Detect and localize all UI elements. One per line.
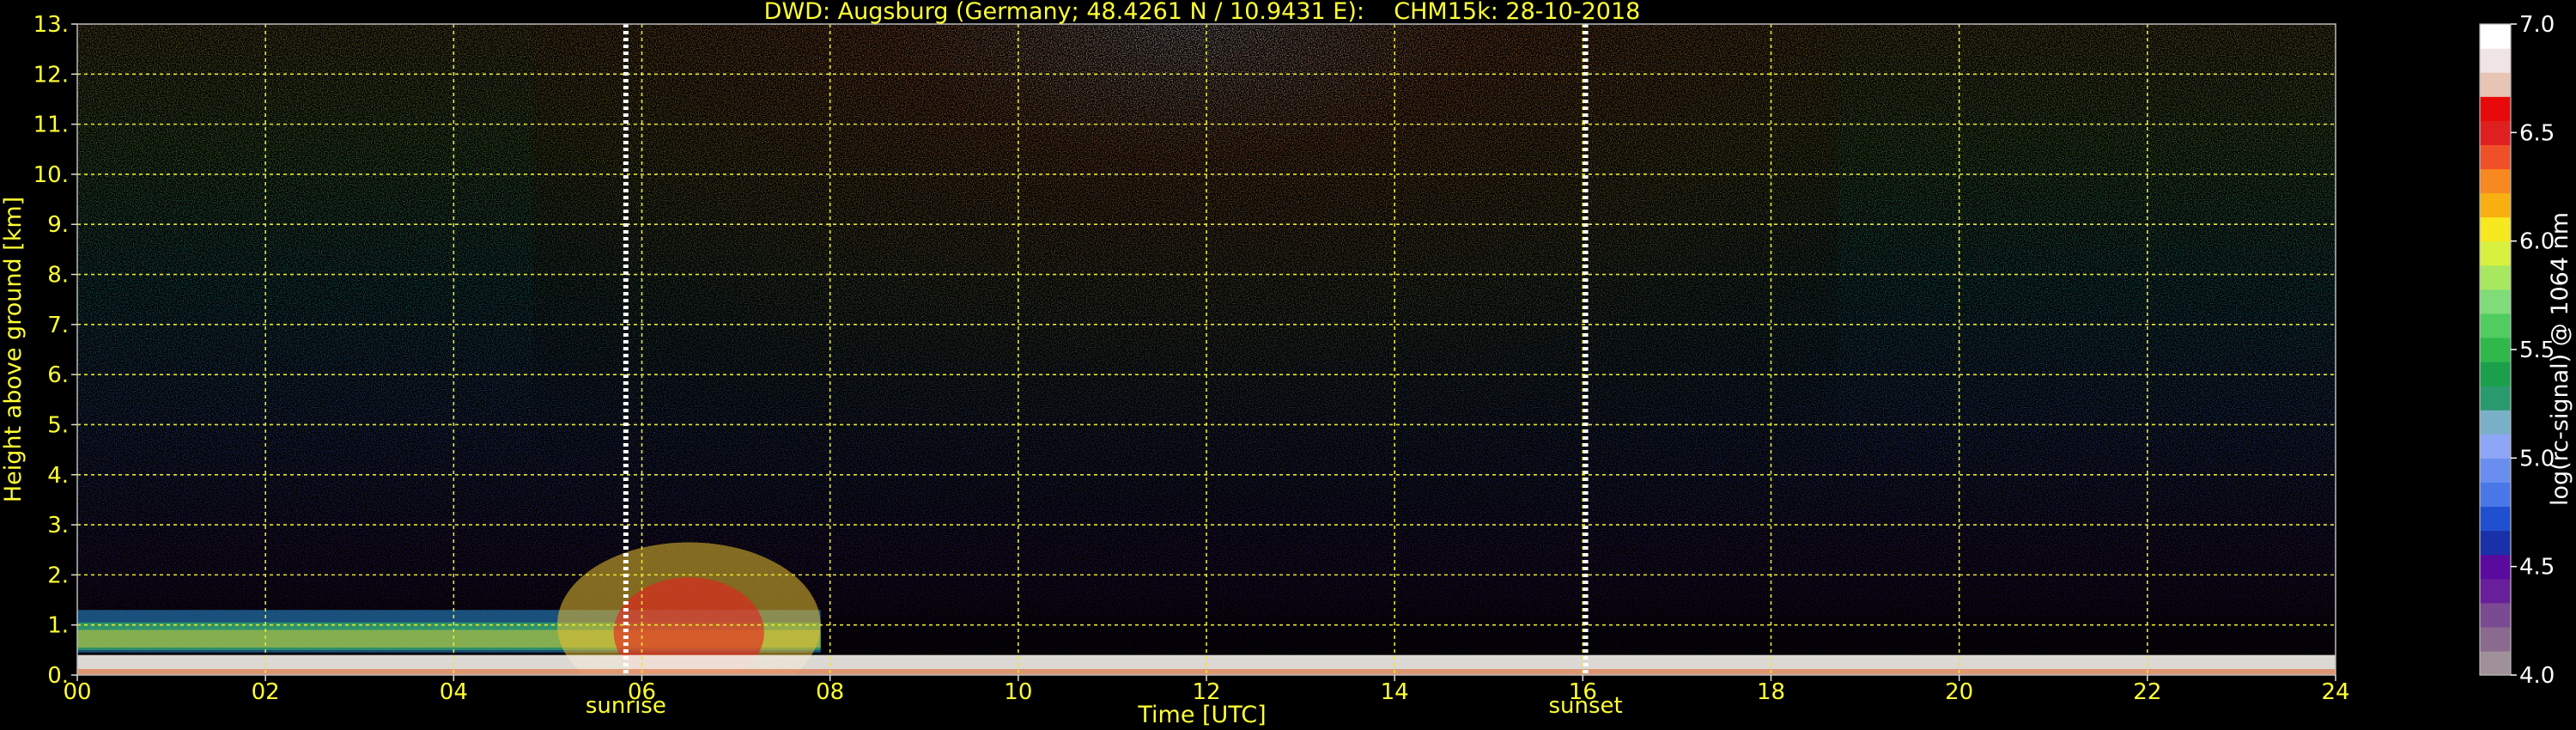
colorbar-swatch [2480, 386, 2511, 411]
y-tick-label: 5. [47, 412, 69, 438]
x-tick-label: 10 [1004, 679, 1032, 705]
y-tick-label: 13. [33, 12, 69, 38]
colorbar-swatch [2480, 650, 2511, 676]
colorbar-swatch [2480, 313, 2511, 338]
colorbar-swatch [2480, 434, 2511, 459]
x-tick-label: 18 [1757, 679, 1785, 705]
ceilometer-figure: DWD: Augsburg (Germany; 48.4261 N / 10.9… [0, 0, 2573, 728]
y-tick-label: 9. [47, 212, 69, 238]
y-tick-label: 4. [47, 463, 69, 489]
x-tick-label: 04 [440, 679, 468, 705]
colorbar-tick-label: 4.5 [2519, 555, 2555, 581]
colorbar-swatch [2480, 289, 2511, 314]
colorbar-swatch [2480, 554, 2511, 580]
y-axis: 0.1.2.3.4.5.6.7.8.9.10.11.12.13. [33, 12, 77, 689]
sunrise-label: sunrise [586, 693, 666, 719]
sunset-label: sunset [1548, 693, 1622, 719]
chart-title: DWD: Augsburg (Germany; 48.4261 N / 10.9… [764, 0, 1641, 25]
colorbar-swatch [2480, 216, 2511, 242]
colorbar-swatch [2480, 96, 2511, 121]
colorbar-swatch [2480, 482, 2511, 508]
colorbar-tick-label: 6.5 [2519, 120, 2555, 146]
colorbar-swatch [2480, 506, 2511, 532]
colorbar-swatch [2480, 72, 2511, 97]
x-axis: 00 02 04 06 08 10 12 14 16 18 20 22 24 [63, 675, 2350, 705]
y-tick-label: 6. [47, 362, 69, 388]
colorbar: 4.04.55.05.56.06.57.0 [2479, 12, 2555, 689]
colorbar-swatch [2480, 458, 2511, 484]
colorbar-swatch [2480, 120, 2511, 145]
y-tick-label: 1. [47, 613, 69, 639]
colorbar-tick-label: 7.0 [2519, 12, 2555, 38]
y-tick-label: 2. [47, 563, 69, 588]
y-tick-label: 7. [47, 313, 69, 338]
y-tick-label: 10. [33, 162, 69, 188]
colorbar-swatch [2480, 410, 2511, 435]
y-tick-label: 12. [33, 62, 69, 88]
x-tick-label: 14 [1381, 679, 1409, 705]
colorbar-swatch [2480, 337, 2511, 362]
colorbar-swatch [2480, 240, 2511, 266]
y-axis-label: Height above ground [km] [0, 197, 27, 502]
colorbar-swatch [2480, 144, 2511, 170]
colorbar-swatch [2480, 24, 2511, 49]
y-tick-label: 11. [33, 113, 69, 138]
colorbar-label: log(rc-signal) @ 1064 nm [2547, 212, 2573, 506]
colorbar-swatch [2480, 362, 2511, 386]
x-tick-label: 08 [816, 679, 844, 705]
y-tick-label: 8. [47, 263, 69, 289]
y-tick-label: 3. [47, 513, 69, 538]
colorbar-swatch [2480, 192, 2511, 218]
x-tick-label: 20 [1945, 679, 1973, 705]
colorbar-swatch [2480, 530, 2511, 556]
plot-area [77, 24, 2336, 675]
x-tick-label: 22 [2133, 679, 2161, 705]
x-tick-label: 24 [2321, 679, 2349, 705]
colorbar-swatch [2480, 578, 2511, 604]
x-axis-label: Time [UTC] [1137, 702, 1266, 728]
x-tick-label: 02 [252, 679, 280, 705]
sun-annotations: sunrise sunset [586, 693, 1623, 719]
colorbar-swatch [2480, 626, 2511, 652]
colorbar-swatch [2480, 602, 2511, 628]
colorbar-swatch [2480, 48, 2511, 73]
colorbar-swatch [2480, 168, 2511, 194]
colorbar-tick-label: 4.0 [2519, 663, 2555, 689]
colorbar-swatch [2480, 265, 2511, 290]
x-tick-label: 00 [63, 679, 91, 705]
